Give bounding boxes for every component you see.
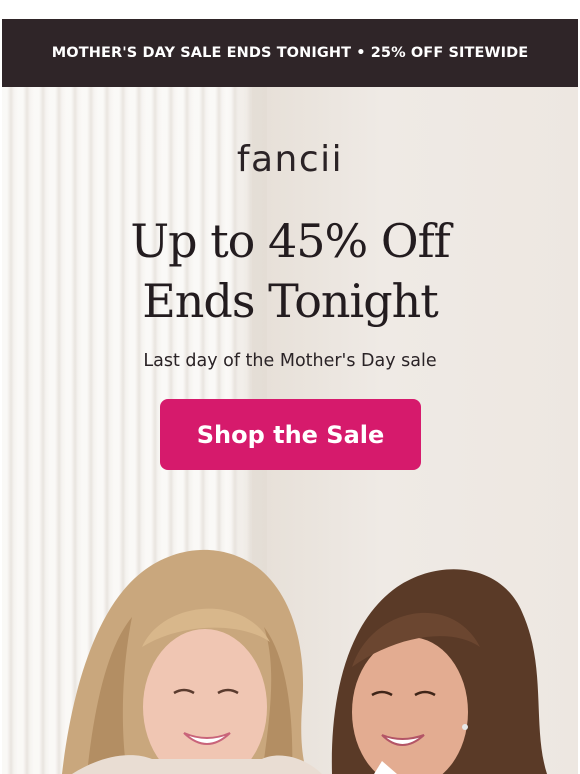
sale-subheadline: Last day of the Mother's Day sale (143, 351, 437, 371)
sale-headline: Up to 45% Off Ends Tonight (2, 211, 578, 331)
model-right (331, 569, 547, 774)
shop-the-sale-label: Shop the Sale (196, 420, 385, 449)
shop-the-sale-button[interactable]: Shop the Sale (160, 399, 421, 470)
brand-logo[interactable]: fancii (2, 139, 578, 180)
email-frame: MOTHER'S DAY SALE ENDS TONIGHT • 25% OFF… (2, 19, 578, 774)
headline-line-2: Ends Tonight (142, 274, 439, 328)
hero-section: fancii Up to 45% Off Ends Tonight Last d… (2, 87, 578, 774)
headline-line-1: Up to 45% Off (130, 214, 450, 268)
model-left (62, 549, 322, 774)
promo-banner-text: MOTHER'S DAY SALE ENDS TONIGHT • 25% OFF… (51, 45, 529, 61)
promo-banner[interactable]: MOTHER'S DAY SALE ENDS TONIGHT • 25% OFF… (2, 19, 578, 87)
